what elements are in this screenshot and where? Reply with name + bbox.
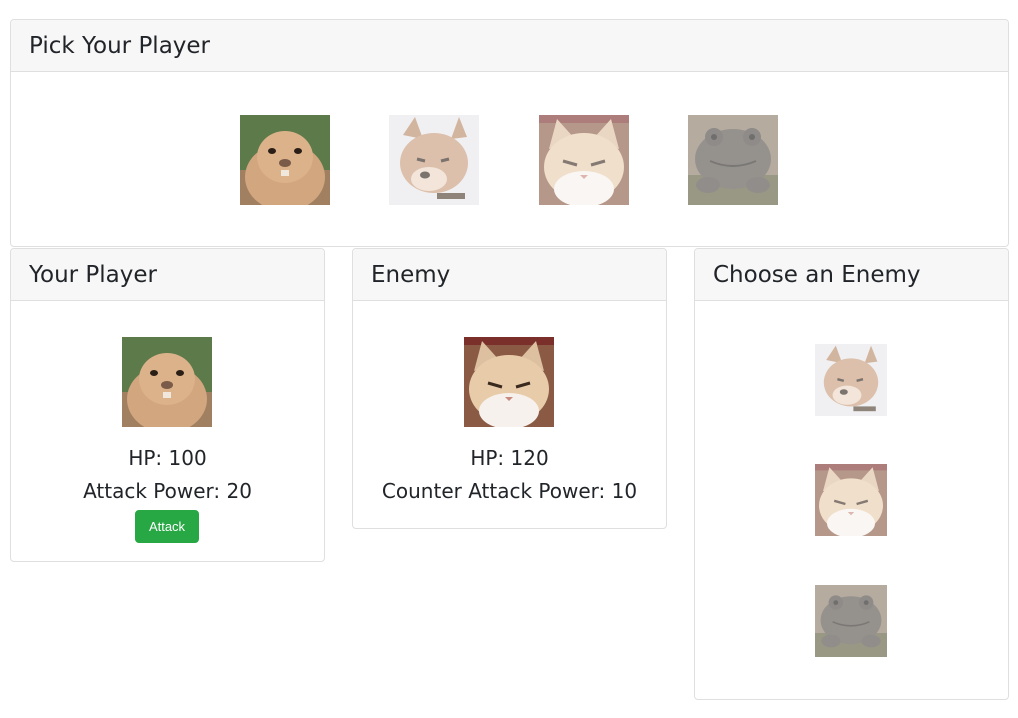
pick-player-title: Pick Your Player [29,32,211,59]
grumpy-cat-icon[interactable] [539,115,629,205]
enemy-hp: HP: 120 [470,446,549,470]
enemy-panel: Enemy HP: 120 Counter Attack Power: 10 [352,248,667,529]
shiba-dog-icon[interactable] [389,115,479,205]
choose-enemy-title: Choose an Enemy [713,261,921,288]
attack-button[interactable]: Attack [135,510,199,543]
your-player-title: Your Player [29,261,157,288]
choose-enemy-header: Choose an Enemy [695,249,1008,301]
enemy-title: Enemy [371,261,451,288]
pick-player-panel: Pick Your Player [10,19,1009,247]
grumpy-cat-icon [464,337,554,427]
character-options [11,115,1008,205]
grumpy-cat-icon[interactable] [815,464,887,536]
shiba-dog-icon[interactable] [815,344,887,416]
your-player-header: Your Player [11,249,324,301]
enemy-counter-attack-power: Counter Attack Power: 10 [381,479,638,503]
enemy-header: Enemy [353,249,666,301]
player-hp: HP: 100 [128,446,207,470]
your-player-panel: Your Player HP: 100 Attack Power: 20 Att… [10,248,325,562]
frog-icon[interactable] [688,115,778,205]
player-attack-power: Attack Power: 20 [83,479,252,503]
groundhog-icon[interactable] [240,115,330,205]
frog-icon[interactable] [815,585,887,657]
choose-enemy-panel: Choose an Enemy [694,248,1009,700]
pick-player-header: Pick Your Player [11,20,1008,72]
groundhog-icon [122,337,212,427]
